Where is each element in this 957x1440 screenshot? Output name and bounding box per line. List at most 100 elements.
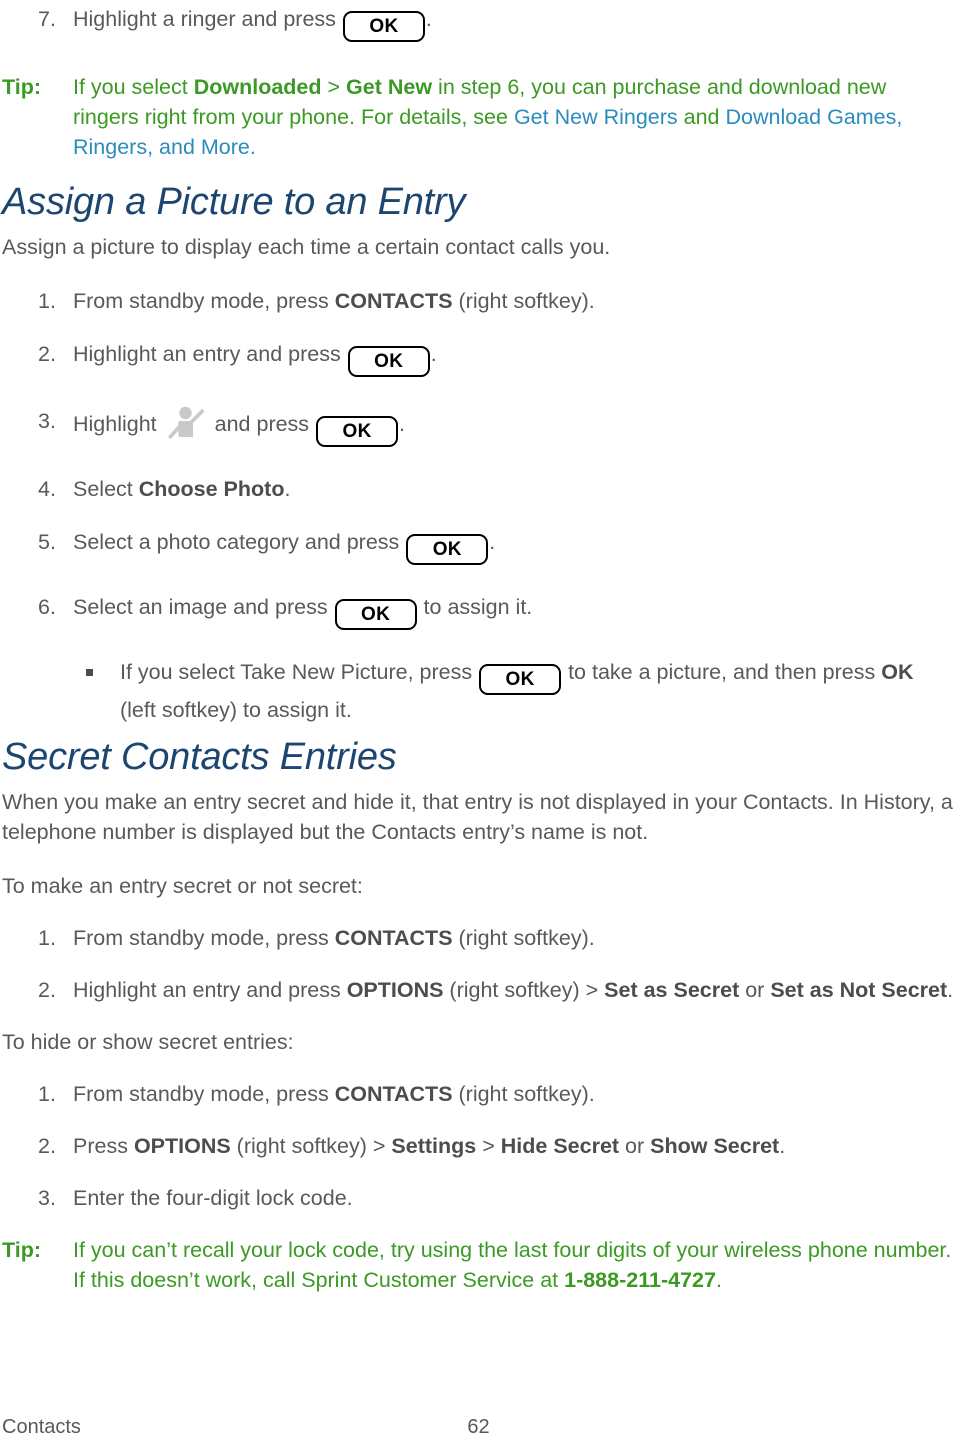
- tip-text-part2: .: [715, 1268, 722, 1292]
- step-text: Select: [73, 477, 139, 501]
- intro-paragraph-secret-contacts: When you make an entry secret and hide i…: [2, 790, 953, 844]
- list-item: 6. Select an image and press OK to assig…: [2, 592, 955, 630]
- step-text: Select a photo category and press: [73, 530, 400, 554]
- list-item: 3. Enter the four-digit lock code.: [2, 1183, 955, 1213]
- step-number: 1.: [38, 1082, 56, 1106]
- footer-page-number: 62: [467, 1416, 490, 1438]
- steps-list-continued: 7. Highlight a ringer and press OK.: [2, 4, 955, 42]
- step-bold-contacts: CONTACTS: [334, 1082, 453, 1106]
- step-text: Press: [73, 1134, 134, 1158]
- step-text-tail: .: [779, 1134, 786, 1158]
- steps-list-assign-picture: 1. From standby mode, press CONTACTS (ri…: [2, 286, 955, 630]
- tip-text-part3: and: [677, 105, 726, 129]
- list-item: If you select Take New Picture, press OK…: [2, 657, 955, 725]
- step-number: 2.: [38, 978, 56, 1002]
- step-number: 3.: [38, 1186, 56, 1210]
- step-bold-options: OPTIONS: [346, 978, 444, 1002]
- step-number: 5.: [38, 530, 56, 554]
- tip-label: Tip:: [2, 75, 42, 99]
- step-text: From standby mode, press: [73, 926, 335, 950]
- step-text-tail: .: [489, 530, 496, 554]
- step-text-tail: (right softkey).: [452, 289, 595, 313]
- step-number: 6.: [38, 595, 56, 619]
- list-item: 1. From standby mode, press CONTACTS (ri…: [2, 286, 955, 316]
- substep-text: If you select Take New Picture, press: [120, 660, 473, 684]
- step-text-mid1: (right softkey) >: [230, 1134, 392, 1158]
- ok-key-icon: OK: [347, 346, 430, 377]
- tip-bold-phone-number: 1-888-211-4727: [564, 1268, 716, 1292]
- heading-assign-a-picture-to-an-entry: Assign a Picture to an Entry: [2, 181, 466, 223]
- step-number: 7.: [38, 7, 56, 31]
- link-get-new-ringers[interactable]: Get New Ringers: [514, 105, 678, 129]
- step-text-mid2: >: [476, 1134, 501, 1158]
- step-number: 2.: [38, 342, 56, 366]
- step-text-tail: .: [430, 342, 437, 366]
- step-bold-contacts: CONTACTS: [334, 926, 453, 950]
- step-text-tail: (right softkey).: [452, 1082, 595, 1106]
- step-text-tail: .: [284, 477, 291, 501]
- list-item: 4. Select Choose Photo.: [2, 474, 955, 504]
- tip-text-part4: .: [249, 135, 256, 159]
- tip-block-lock-code: Tip: If you can’t recall your lock code, …: [2, 1235, 955, 1295]
- lead-in-make-entry-secret: To make an entry secret or not secret:: [2, 874, 363, 898]
- step-number: 3.: [38, 409, 56, 433]
- intro-paragraph-assign-picture: Assign a picture to display each time a …: [2, 235, 611, 259]
- footer-chapter-label: Contacts: [2, 1416, 81, 1438]
- list-item: 2. Highlight an entry and press OPTIONS …: [2, 975, 955, 1005]
- step-bold-set-as-not-secret: Set as Not Secret: [770, 978, 948, 1002]
- step-bold-set-as-secret: Set as Secret: [604, 978, 740, 1002]
- step-bold-show-secret: Show Secret: [650, 1134, 780, 1158]
- substep-text-middle: to take a picture, and then press: [562, 660, 882, 684]
- step-text: From standby mode, press: [73, 1082, 335, 1106]
- tip-text-part1: If you select: [73, 75, 194, 99]
- step-text: Highlight: [73, 412, 157, 436]
- step-bold-choose-photo: Choose Photo: [138, 477, 285, 501]
- list-item: 1. From standby mode, press CONTACTS (ri…: [2, 923, 955, 953]
- step-text-tail: .: [399, 412, 406, 436]
- steps-list-hide-show-secret: 1. From standby mode, press CONTACTS (ri…: [2, 1079, 955, 1213]
- substeps-list-assign-picture: If you select Take New Picture, press OK…: [2, 657, 955, 725]
- step-text-tail: to assign it.: [417, 595, 533, 619]
- step-text: Enter the four-digit lock code.: [73, 1186, 353, 1210]
- step-number: 1.: [38, 926, 56, 950]
- step-bold-hide-secret: Hide Secret: [500, 1134, 620, 1158]
- ok-key-icon: OK: [406, 534, 489, 565]
- step-number: 4.: [38, 477, 56, 501]
- step-text-middle: and press: [214, 412, 310, 436]
- step-number: 2.: [38, 1134, 56, 1158]
- step-text: Highlight an entry and press: [73, 978, 347, 1002]
- page-content: 7. Highlight a ringer and press OK. Tip:…: [2, 0, 955, 1313]
- ok-key-icon: OK: [316, 416, 399, 447]
- list-item: 3. Highlight and press OK.: [2, 406, 955, 447]
- step-number: 1.: [38, 289, 56, 313]
- document-page: 7. Highlight a ringer and press OK. Tip:…: [0, 0, 957, 1438]
- list-item: 2. Highlight an entry and press OK.: [2, 339, 955, 377]
- tip-block-ringers: Tip: If you select Downloaded > Get New i…: [2, 72, 955, 162]
- step-bold-settings: Settings: [391, 1134, 477, 1158]
- list-item: 5. Select a photo category and press OK.: [2, 527, 955, 565]
- tip-text-part1: If you can’t recall your lock code, try …: [73, 1238, 952, 1292]
- tip-label: Tip:: [2, 1238, 42, 1262]
- substep-text-tail: (left softkey) to assign it.: [120, 698, 352, 722]
- tip-bold-get-new: Get New: [346, 75, 433, 99]
- ok-key-icon: OK: [334, 599, 417, 630]
- step-bold-contacts: CONTACTS: [334, 289, 453, 313]
- step-text: From standby mode, press: [73, 289, 335, 313]
- list-item: 7. Highlight a ringer and press OK.: [2, 4, 955, 42]
- ok-key-icon: OK: [479, 664, 562, 695]
- steps-list-make-entry-secret: 1. From standby mode, press CONTACTS (ri…: [2, 923, 955, 1005]
- person-icon: [166, 406, 206, 440]
- list-item: 2. Press OPTIONS (right softkey) > Setti…: [2, 1131, 955, 1161]
- step-text-mid1: (right softkey) >: [443, 978, 605, 1002]
- tip-separator: >: [321, 75, 347, 99]
- step-bold-options: OPTIONS: [133, 1134, 231, 1158]
- step-text-mid3: or: [619, 1134, 651, 1158]
- list-item: 1. From standby mode, press CONTACTS (ri…: [2, 1079, 955, 1109]
- step-text-tail: .: [947, 978, 954, 1002]
- square-bullet-icon: [86, 669, 93, 676]
- step-text: Highlight a ringer and press: [73, 7, 336, 31]
- lead-in-hide-show-secret: To hide or show secret entries:: [2, 1030, 294, 1054]
- ok-key-icon: OK: [342, 11, 425, 42]
- step-text-tail: (right softkey).: [452, 926, 595, 950]
- step-text: Select an image and press: [73, 595, 328, 619]
